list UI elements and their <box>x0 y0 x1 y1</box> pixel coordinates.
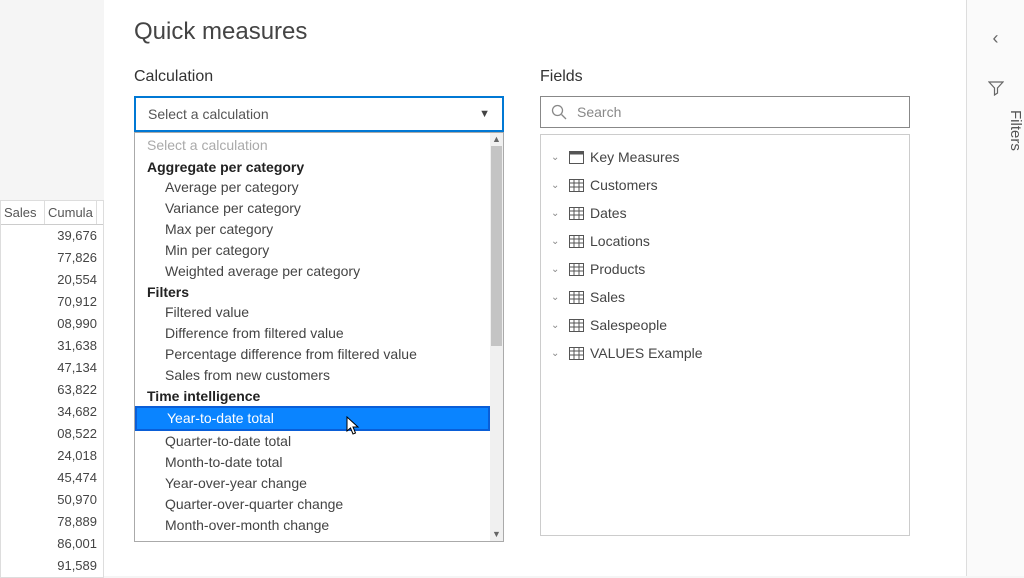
fields-table-label: Products <box>590 261 645 277</box>
calculation-dropdown[interactable]: Select a calculation ▼ <box>134 96 504 132</box>
chevron-down-icon: ⌄ <box>551 264 563 275</box>
measure-table-icon <box>569 151 584 164</box>
fields-table-label: Customers <box>590 177 658 193</box>
chevron-down-icon: ⌄ <box>551 320 563 331</box>
column-sales: Sales <box>1 201 45 224</box>
fields-table-label: Sales <box>590 289 625 305</box>
fields-table-item[interactable]: ⌄ Locations <box>547 227 903 255</box>
search-icon <box>551 104 567 120</box>
calculation-item[interactable]: Quarter-over-quarter change <box>135 494 490 515</box>
table-row: 45,474 <box>1 467 103 489</box>
chevron-down-icon: ⌄ <box>551 292 563 303</box>
fields-table-item[interactable]: ⌄ Key Measures <box>547 143 903 171</box>
calculation-item[interactable]: Min per category <box>135 240 490 261</box>
filters-pane-label: Filters <box>967 110 1024 151</box>
calculation-listbox[interactable]: Select a calculationAggregate per catego… <box>134 132 504 542</box>
table-row: 63,822 <box>1 379 103 401</box>
fields-table-item[interactable]: ⌄ Dates <box>547 199 903 227</box>
dialog-title: Quick measures <box>134 18 936 46</box>
table-row: 47,134 <box>1 357 103 379</box>
calculation-group-header: Filters <box>135 282 490 302</box>
scroll-down-icon[interactable]: ▼ <box>490 528 503 541</box>
calculation-item[interactable]: Month-to-date total <box>135 452 490 473</box>
table-icon <box>569 179 584 192</box>
table-row: 70,912 <box>1 291 103 313</box>
table-row: 34,682 <box>1 401 103 423</box>
calculation-label: Calculation <box>134 68 504 86</box>
table-row: 50,970 <box>1 489 103 511</box>
fields-table-label: Key Measures <box>590 149 679 165</box>
table-row: 31,638 <box>1 335 103 357</box>
quick-measures-dialog: Quick measures Calculation Select a calc… <box>104 0 966 576</box>
fields-table-label: Locations <box>590 233 650 249</box>
calculation-item[interactable]: Weighted average per category <box>135 261 490 282</box>
filter-icon <box>967 80 1024 99</box>
fields-table-label: Dates <box>590 205 627 221</box>
fields-label: Fields <box>540 68 910 86</box>
calculation-item[interactable]: Month-over-month change <box>135 515 490 536</box>
fields-table-label: Salespeople <box>590 317 667 333</box>
table-row: 91,589 <box>1 555 103 577</box>
background-data-table: Sales Cumula 39,67677,82620,55470,91208,… <box>0 200 104 578</box>
table-icon <box>569 263 584 276</box>
chevron-down-icon: ⌄ <box>551 152 563 163</box>
fields-section: Fields Search ⌄ Key Measures ⌄ Customers ⌄ Da… <box>540 68 910 542</box>
collapse-arrow-icon[interactable]: ‹ <box>967 28 1024 49</box>
table-row: 77,826 <box>1 247 103 269</box>
table-icon <box>569 207 584 220</box>
table-row: 20,554 <box>1 269 103 291</box>
calculation-item[interactable]: Difference from filtered value <box>135 323 490 344</box>
calculation-item[interactable]: Year-to-date total <box>137 408 488 429</box>
fields-table-item[interactable]: ⌄ Products <box>547 255 903 283</box>
table-row: 24,018 <box>1 445 103 467</box>
calculation-item[interactable]: Year-over-year change <box>135 473 490 494</box>
column-cumulative: Cumula <box>45 201 97 224</box>
fields-tree: ⌄Key Measures⌄Customers⌄Dates⌄Locations⌄… <box>540 134 910 536</box>
calculation-item[interactable]: Sales from new customers <box>135 365 490 386</box>
chevron-down-icon: ⌄ <box>551 208 563 219</box>
chevron-down-icon: ⌄ <box>551 236 563 247</box>
calculation-section: Calculation Select a calculation ▼ Selec… <box>134 68 504 542</box>
search-placeholder: Search <box>577 104 621 120</box>
chevron-down-icon: ⌄ <box>551 348 563 359</box>
listbox-placeholder: Select a calculation <box>135 133 490 157</box>
calculation-item[interactable]: Average per category <box>135 177 490 198</box>
fields-search-input[interactable]: Search <box>540 96 910 128</box>
table-row: 86,001 <box>1 533 103 555</box>
calculation-item[interactable]: Percentage difference from filtered valu… <box>135 344 490 365</box>
calculation-group-header: Time intelligence <box>135 386 490 406</box>
calculation-item[interactable]: Max per category <box>135 219 490 240</box>
calculation-item[interactable]: Quarter-to-date total <box>135 431 490 452</box>
fields-table-item[interactable]: ⌄ Salespeople <box>547 311 903 339</box>
table-icon <box>569 291 584 304</box>
calculation-item[interactable]: Filtered value <box>135 302 490 323</box>
calculation-item[interactable]: Variance per category <box>135 198 490 219</box>
scroll-thumb[interactable] <box>491 146 502 346</box>
listbox-scrollbar[interactable]: ▲ ▼ <box>490 133 503 541</box>
table-icon <box>569 319 584 332</box>
calculation-dropdown-text: Select a calculation <box>148 106 269 122</box>
table-header-row: Sales Cumula <box>1 201 103 225</box>
table-row: 08,990 <box>1 313 103 335</box>
table-icon <box>569 235 584 248</box>
table-icon <box>569 347 584 360</box>
chevron-down-icon: ▼ <box>479 108 490 120</box>
table-row: 39,676 <box>1 225 103 247</box>
fields-table-item[interactable]: ⌄ Sales <box>547 283 903 311</box>
fields-table-label: VALUES Example <box>590 345 703 361</box>
fields-table-item[interactable]: ⌄ Customers <box>547 171 903 199</box>
fields-table-item[interactable]: ⌄ VALUES Example <box>547 339 903 367</box>
calculation-group-header: Aggregate per category <box>135 157 490 177</box>
chevron-down-icon: ⌄ <box>551 180 563 191</box>
calculation-item[interactable]: Rolling average <box>135 536 490 541</box>
filters-pane-collapsed[interactable]: ‹ Filters <box>966 0 1024 576</box>
table-row: 08,522 <box>1 423 103 445</box>
scroll-up-icon[interactable]: ▲ <box>490 133 503 146</box>
table-row: 78,889 <box>1 511 103 533</box>
calculation-item-selected-highlight[interactable]: Year-to-date total <box>135 406 490 431</box>
